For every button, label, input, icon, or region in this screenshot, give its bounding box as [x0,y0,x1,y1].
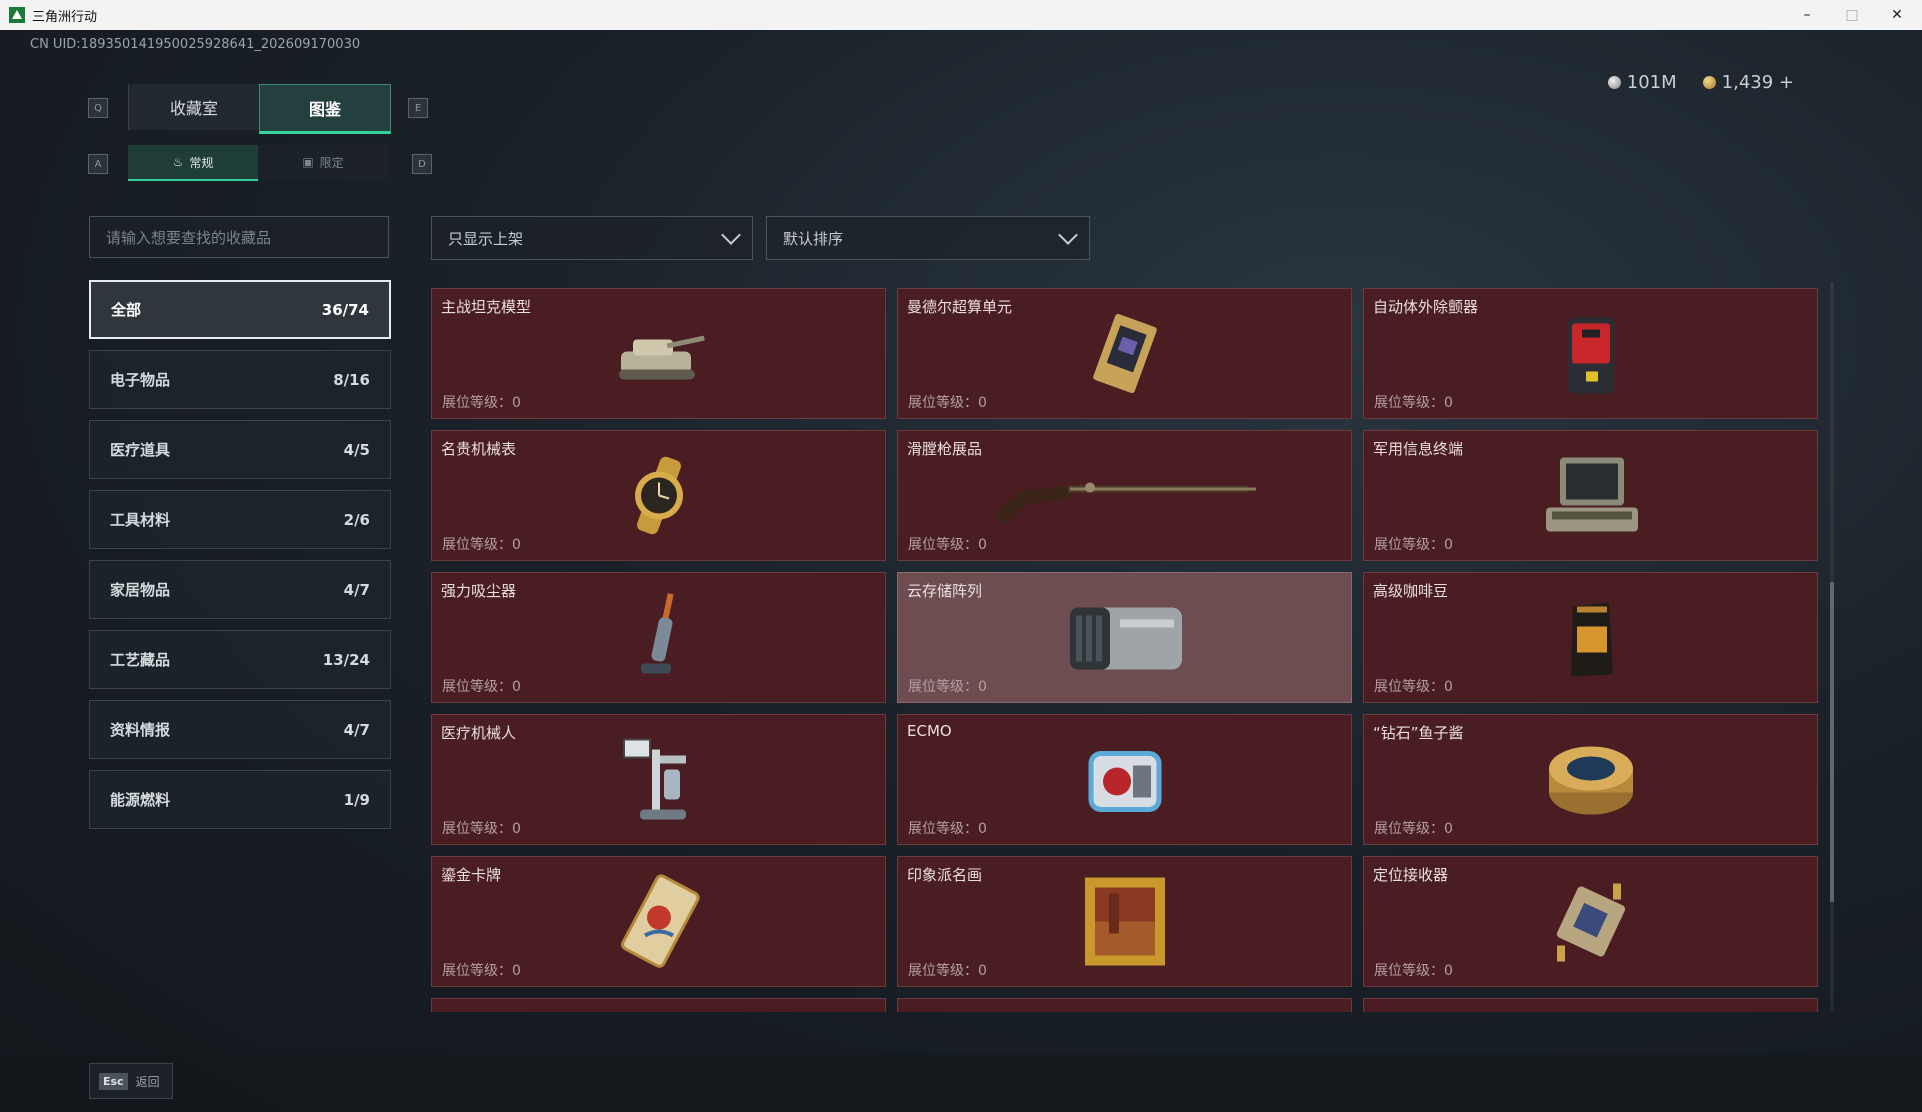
item-card[interactable]: 高级咖啡豆 展位等级：0 [1363,572,1818,703]
maximize-button[interactable]: □ [1829,0,1875,30]
item-card-partial[interactable] [431,998,886,1012]
tab-regular[interactable]: ♨ 常规 [128,145,258,181]
item-card[interactable]: 印象派名画 展位等级：0 [897,856,1352,987]
item-card[interactable]: 曼德尔超算单元 展位等级：0 [897,288,1352,419]
tab-catalog[interactable]: 图鉴 [259,84,391,134]
item-card[interactable]: 医疗机械人 展位等级：0 [431,714,886,845]
painting-icon [1070,874,1180,969]
category-energy[interactable]: 能源燃料 1/9 [89,770,391,829]
player-uid: CN UID:18935014195002592864​1_2026091700… [30,37,361,52]
gold-balance: 1,439 + [1702,72,1794,93]
tab-limited[interactable]: ▣ 限定 [258,145,388,179]
chevron-down-icon [1058,225,1078,245]
window-title: 三角洲行动 [32,9,98,25]
grid-scrollbar[interactable] [1830,282,1834,1012]
watch-icon [604,448,714,543]
image-icon: ▣ [302,155,314,169]
defibrillator-icon [1536,306,1646,401]
close-button[interactable]: ✕ [1874,0,1920,30]
filter-dropdown[interactable]: 只显示上架 [431,216,753,260]
caviar-icon [1536,732,1646,827]
tank-icon [604,306,714,401]
terminal-icon [1536,448,1646,543]
chevron-down-icon [721,225,741,245]
item-card-partial[interactable] [897,998,1352,1012]
category-crafts[interactable]: 工艺藏品 13/24 [89,630,391,689]
category-intel[interactable]: 资料情报 4/7 [89,700,391,759]
category-electronics[interactable]: 电子物品 8/16 [89,350,391,409]
item-card[interactable]: ECMO 展位等级：0 [897,714,1352,845]
minimize-button[interactable]: – [1784,0,1830,30]
item-card[interactable]: 名贵机械表 展位等级：0 [431,430,886,561]
musket-icon [985,448,1265,543]
add-currency-button[interactable]: + [1779,72,1794,93]
key-hint-d: D [412,154,432,174]
category-all[interactable]: 全部 36/74 [89,280,391,339]
item-grid: 主战坦克模型 展位等级：0 曼德尔超算单元 展位等级：0 自动体外除颤器 展位等… [431,288,1821,1012]
category-medical[interactable]: 医疗道具 4/5 [89,420,391,479]
coffee-icon [1536,590,1646,685]
flame-icon: ♨ [172,155,184,169]
item-card[interactable]: 自动体外除颤器 展位等级：0 [1363,288,1818,419]
category-household[interactable]: 家居物品 4/7 [89,560,391,619]
sort-dropdown[interactable]: 默认排序 [766,216,1090,260]
gold-coin-icon [1702,76,1716,89]
receiver-icon [1536,874,1646,969]
item-card[interactable]: 强力吸尘器 展位等级：0 [431,572,886,703]
silver-coin-icon [1607,76,1621,89]
category-tools[interactable]: 工具材料 2/6 [89,490,391,549]
silver-balance: 101M [1607,72,1677,93]
window-titlebar: 三角洲行动 – □ ✕ [0,0,1922,30]
item-grid-viewport: 主战坦克模型 展位等级：0 曼德尔超算单元 展位等级：0 自动体外除颤器 展位等… [431,288,1821,1012]
main-tabs: 收藏室 图鉴 [128,84,391,134]
vacuum-icon [604,590,714,685]
category-list: 全部 36/74 电子物品 8/16 医疗道具 4/5 工具材料 2/6 家居物品 4/7… [89,280,391,840]
sub-tabs: ♨ 常规 ▣ 限定 [128,145,388,181]
item-card[interactable]: 滑膛枪展品 展位等级：0 [897,430,1352,561]
key-hint-e: E [408,98,428,118]
app-logo-icon [9,7,25,23]
key-hint-q: Q [88,98,108,118]
item-card[interactable]: “钻石”鱼子酱 展位等级：0 [1363,714,1818,845]
ecmo-icon [1070,732,1180,827]
item-card-partial[interactable] [1363,998,1818,1012]
item-card[interactable]: 军用信息终端 展位等级：0 [1363,430,1818,561]
scrollbar-thumb[interactable] [1830,582,1834,902]
esc-key-hint: Esc [99,1072,128,1090]
back-button[interactable]: Esc 返回 [89,1063,173,1099]
search-input[interactable]: 请输入想要查找的收藏品 [89,216,389,258]
tab-collection-room[interactable]: 收藏室 [128,84,259,130]
key-hint-a: A [88,154,108,174]
medical-robot-icon [604,732,714,827]
bottom-bar [0,1055,1922,1112]
storage-icon [1045,590,1205,685]
currency-bar: 101M 1,439 + [1607,72,1794,93]
item-card[interactable]: 云存储阵列 展位等级：0 [897,572,1352,703]
card-icon [604,874,714,969]
supercomputer-icon [1070,306,1180,401]
item-card[interactable]: 主战坦克模型 展位等级：0 [431,288,886,419]
item-card[interactable]: 定位接收器 展位等级：0 [1363,856,1818,987]
item-card[interactable]: 鎏金卡牌 展位等级：0 [431,856,886,987]
